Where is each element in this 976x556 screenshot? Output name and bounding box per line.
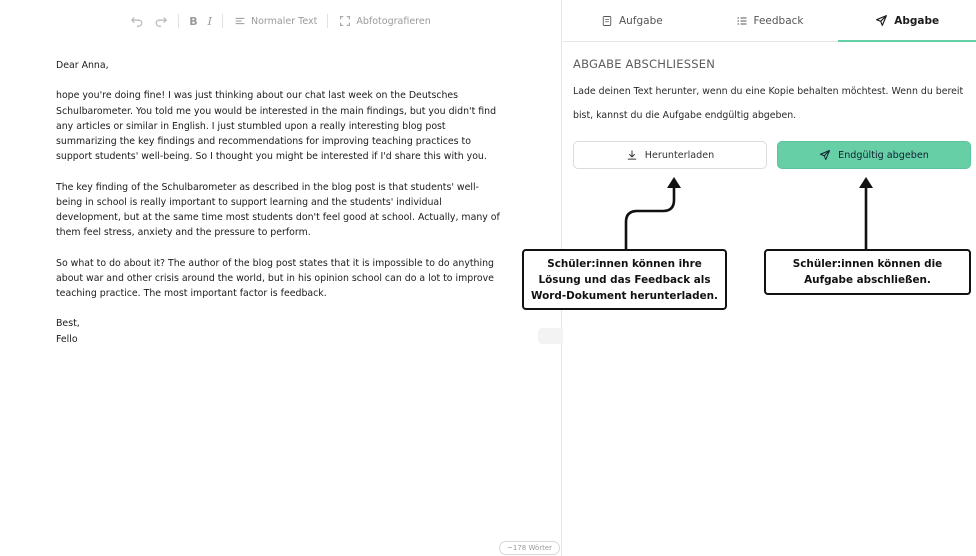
tab-abgabe[interactable]: Abgabe xyxy=(838,0,976,42)
align-left-icon xyxy=(235,17,245,25)
italic-button[interactable]: I xyxy=(208,15,212,28)
download-label: Herunterladen xyxy=(644,149,715,161)
submit-button[interactable]: Endgültig abgeben xyxy=(777,141,971,169)
bold-button[interactable]: B xyxy=(189,15,197,28)
toolbar-separator xyxy=(327,14,329,28)
download-annotation: Schüler:innen können ihre Lösung und das… xyxy=(522,249,727,310)
text-style-button[interactable]: Normaler Text xyxy=(233,14,317,28)
redo-button[interactable] xyxy=(154,14,168,28)
paragraph-1: hope you're doing fine! I was just think… xyxy=(56,90,497,163)
paragraph-3: So what to do about it? The author of th… xyxy=(56,257,494,299)
send-icon xyxy=(876,15,888,26)
paragraph-2: The key finding of the Schulbarometer as… xyxy=(56,181,500,239)
submit-annotation: Schüler:innen können die Aufgabe abschli… xyxy=(764,249,971,295)
greeting-text: Dear Anna, xyxy=(56,60,109,71)
undo-button[interactable] xyxy=(130,14,144,28)
toolbar-separator xyxy=(178,14,180,28)
send-icon xyxy=(820,150,831,160)
resize-handle[interactable] xyxy=(538,328,564,344)
editor-toolbar: B I Normaler Text Abfotografieren xyxy=(0,0,561,42)
list-icon xyxy=(737,17,746,24)
redo-icon xyxy=(155,17,168,27)
download-button[interactable]: Herunterladen xyxy=(573,141,767,169)
section-title: ABGABE ABSCHLIESSEN xyxy=(573,57,716,71)
text-style-label: Normaler Text xyxy=(251,15,318,27)
tab-feedback[interactable]: Feedback xyxy=(701,0,839,41)
toolbar-separator xyxy=(222,14,223,28)
document-body[interactable]: Dear Anna, hope you're doing fine! I was… xyxy=(0,42,561,347)
signature-text: Fello xyxy=(56,333,78,345)
closing-text: Best, xyxy=(56,318,80,330)
photo-label: Abfotografieren xyxy=(356,15,431,27)
document-icon xyxy=(602,15,612,26)
photo-button[interactable]: Abfotografieren xyxy=(338,14,431,28)
tab-label: Feedback xyxy=(753,14,804,27)
undo-icon xyxy=(131,17,143,27)
tab-label: Abgabe xyxy=(894,14,940,27)
scan-icon xyxy=(340,16,351,26)
text-editor[interactable]: B I Normaler Text Abfotografieren Dear A… xyxy=(0,0,564,556)
download-icon xyxy=(627,150,636,160)
submit-label: Endgültig abgeben xyxy=(838,149,929,161)
panel-tabs: Aufgabe Feedback Abgabe xyxy=(563,0,976,42)
section-description: Lade deinen Text herunter, wenn du eine … xyxy=(573,86,964,121)
tab-aufgabe[interactable]: Aufgabe xyxy=(563,0,701,41)
tab-label: Aufgabe xyxy=(618,14,663,27)
word-count-badge: ~178 Wörter xyxy=(499,541,561,555)
